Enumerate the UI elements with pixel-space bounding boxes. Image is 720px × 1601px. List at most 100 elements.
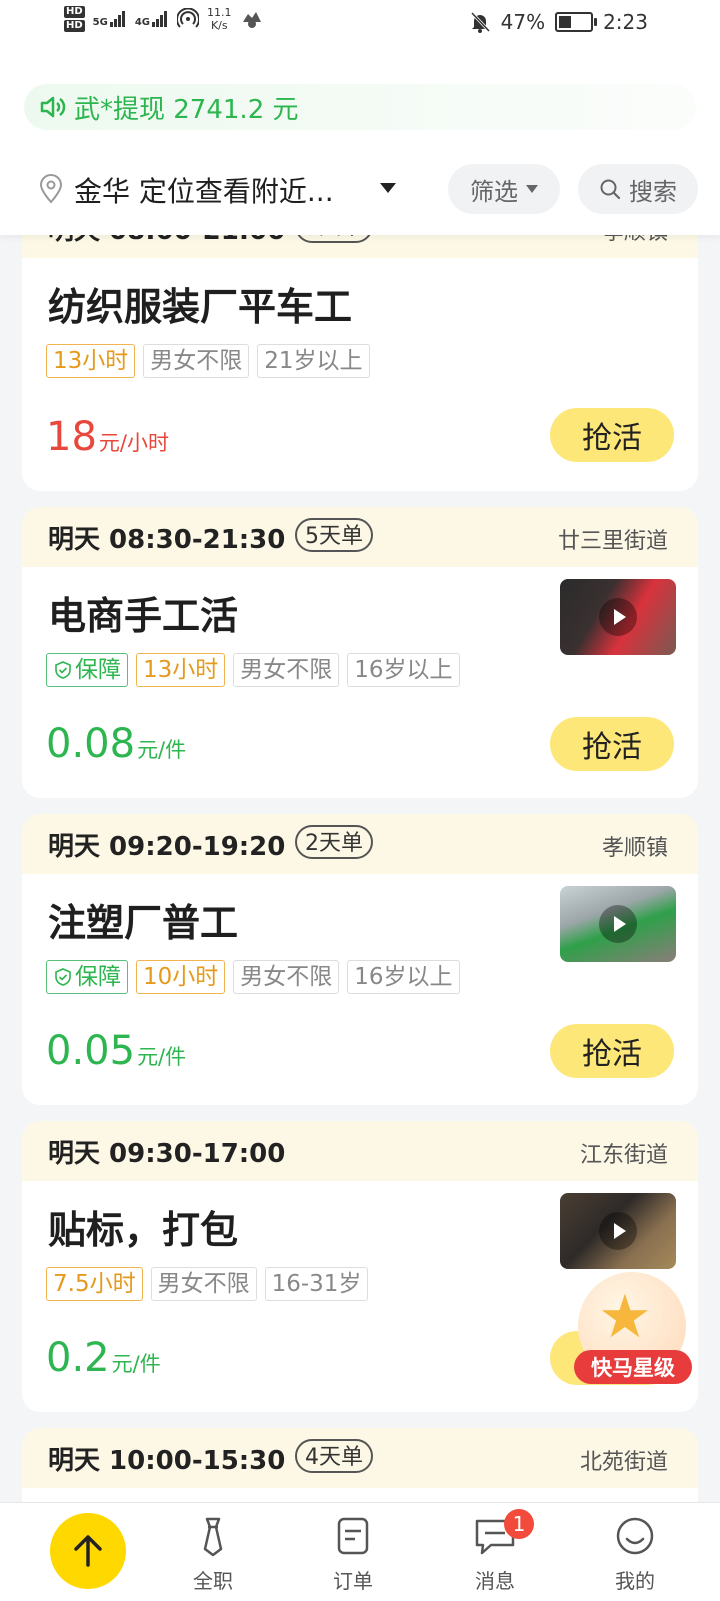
guarantee-label: 保障: [75, 964, 121, 990]
job-time: 明天 10:00-15:30: [48, 1446, 286, 1476]
job-days-badge: 4天单: [295, 1439, 373, 1473]
play-icon: [599, 598, 637, 636]
hd-icon: HD: [64, 20, 85, 32]
price-value: 18: [46, 414, 97, 460]
bottom-nav: 全职 订单 1 消息 我的: [0, 1502, 720, 1601]
nav-label: 消息: [475, 1569, 515, 1593]
signal-5g-icon: 5G: [93, 10, 127, 28]
location-pin-icon: [39, 174, 63, 204]
price-unit: 元/件: [137, 1045, 187, 1069]
mute-bell-icon: [470, 11, 490, 33]
job-tags: 保障 10小时 男女不限 16岁以上: [46, 960, 460, 994]
filter-label: 筛选: [470, 177, 518, 206]
star-rating-float-button[interactable]: ★ 快马星级: [572, 1268, 694, 1390]
signal-4g-icon: 4G: [135, 10, 169, 28]
grab-job-button[interactable]: 抢活: [550, 717, 674, 771]
age-tag: 16岁以上: [347, 653, 460, 687]
price-unit: 元/小时: [98, 431, 169, 455]
price-unit: 元/件: [137, 738, 187, 762]
gender-tag: 男女不限: [233, 653, 340, 687]
job-tags: 13小时 男女不限 21岁以上: [46, 344, 370, 378]
filter-caret-icon: [526, 185, 538, 193]
nav-label: 我的: [615, 1569, 655, 1593]
nav-label: 全职: [193, 1569, 233, 1593]
unread-badge: 1: [504, 1509, 534, 1539]
nav-item-messages[interactable]: 1 消息: [450, 1509, 540, 1594]
speaker-icon: [40, 96, 66, 118]
shield-check-icon: [55, 661, 71, 679]
job-card-header: 明天 09:30-17:00 江东街道: [22, 1121, 698, 1181]
gender-tag: 男女不限: [233, 960, 340, 994]
search-label: 搜索: [629, 177, 677, 206]
location-filter-row: 金华 定位查看附近... 筛选 搜索: [0, 162, 720, 216]
job-card[interactable]: 明天 08:30-21:30 5天单 廿三里街道 电商手工活 保障 13小时 男…: [22, 507, 698, 798]
job-area: 北苑街道: [579, 1450, 668, 1475]
network-speed: 11.1 K/s: [207, 6, 232, 32]
job-card-header: 明天 10:00-15:30 4天单 北苑街道: [22, 1428, 698, 1488]
location-selector[interactable]: 金华 定位查看附近...: [74, 170, 334, 210]
arrow-up-icon: [74, 1535, 102, 1567]
job-area: 廿三里街道: [557, 529, 668, 554]
job-card[interactable]: 明天 09:20-19:20 2天单 孝顺镇 注塑厂普工 保障 10小时 男女不…: [22, 814, 698, 1105]
star-rating-label: 快马星级: [574, 1350, 692, 1384]
star-icon: ★: [598, 1282, 652, 1352]
job-card-header: 明天 09:20-19:20 2天单 孝顺镇: [22, 814, 698, 874]
withdraw-notice-banner[interactable]: 武*提现 2741.2 元: [24, 84, 696, 130]
shield-check-icon: [55, 968, 71, 986]
job-card[interactable]: 明天 08:00-21:00 4天单 孝顺镇 纺织服装厂平车工 13小时 男女不…: [22, 198, 698, 491]
price-value: 0.08: [46, 721, 136, 767]
grab-job-button[interactable]: 抢活: [550, 1024, 674, 1078]
top-header: 武*提现 2741.2 元 金华 定位查看附近... 筛选 搜索: [0, 50, 720, 235]
age-tag: 16岁以上: [347, 960, 460, 994]
battery-icon: [555, 12, 598, 32]
document-icon: [337, 1517, 369, 1555]
job-title: 电商手工活: [48, 594, 239, 638]
notice-text: 武*提现 2741.2 元: [74, 94, 299, 125]
guarantee-tag: 保障: [46, 960, 128, 994]
hotspot-icon: [177, 8, 200, 28]
nav-item-orders[interactable]: 订单: [308, 1515, 398, 1594]
nav-item-fulltime[interactable]: 全职: [168, 1515, 258, 1594]
play-icon: [599, 1212, 637, 1250]
scroll-to-top-button[interactable]: [50, 1513, 126, 1589]
job-title: 注塑厂普工: [48, 901, 239, 945]
job-tags: 7.5小时 男女不限 16-31岁: [46, 1267, 369, 1301]
price-value: 0.2: [46, 1335, 110, 1381]
filter-button[interactable]: 筛选: [448, 164, 560, 214]
hours-tag: 7.5小时: [46, 1267, 143, 1301]
job-time: 明天 08:30-21:30: [48, 525, 286, 555]
nav-item-mine[interactable]: 我的: [590, 1515, 680, 1594]
chevron-down-icon[interactable]: [380, 183, 396, 193]
hours-tag: 10小时: [136, 960, 226, 994]
status-bar: HD HD 5G 4G 11.1 K/s 47% 2:23: [0, 0, 720, 50]
job-video-thumbnail[interactable]: [560, 886, 676, 962]
job-price: 0.05 元/件: [46, 1028, 186, 1074]
job-time: 明天 09:20-19:20: [48, 832, 286, 862]
guarantee-tag: 保障: [46, 653, 128, 687]
job-tags: 保障 13小时 男女不限 16岁以上: [46, 653, 460, 687]
job-video-thumbnail[interactable]: [560, 1193, 676, 1269]
battery-percent: 47%: [500, 10, 546, 34]
tie-icon: [203, 1517, 223, 1557]
job-time: 明天 09:30-17:00: [48, 1139, 286, 1169]
job-area: 孝顺镇: [601, 836, 668, 861]
hours-tag: 13小时: [46, 344, 136, 378]
job-card-header: 明天 08:30-21:30 5天单 廿三里街道: [22, 507, 698, 567]
status-left: HD HD 5G 4G 11.1 K/s: [64, 6, 264, 32]
hours-tag: 13小时: [136, 653, 226, 687]
gender-tag: 男女不限: [150, 1267, 257, 1301]
search-button[interactable]: 搜索: [578, 164, 698, 214]
price-unit: 元/件: [111, 1352, 161, 1376]
play-icon: [599, 905, 637, 943]
grab-job-button[interactable]: 抢活: [550, 408, 674, 462]
app-notification-icon: [242, 12, 261, 28]
gender-tag: 男女不限: [143, 344, 250, 378]
job-title: 贴标，打包: [48, 1208, 239, 1252]
guarantee-label: 保障: [75, 657, 121, 683]
job-days-badge: 5天单: [295, 518, 373, 552]
job-area: 江东街道: [579, 1143, 668, 1168]
status-right: 47% 2:23: [469, 10, 648, 34]
job-video-thumbnail[interactable]: [560, 579, 676, 655]
clock: 2:23: [603, 10, 648, 34]
smile-icon: [616, 1517, 654, 1555]
